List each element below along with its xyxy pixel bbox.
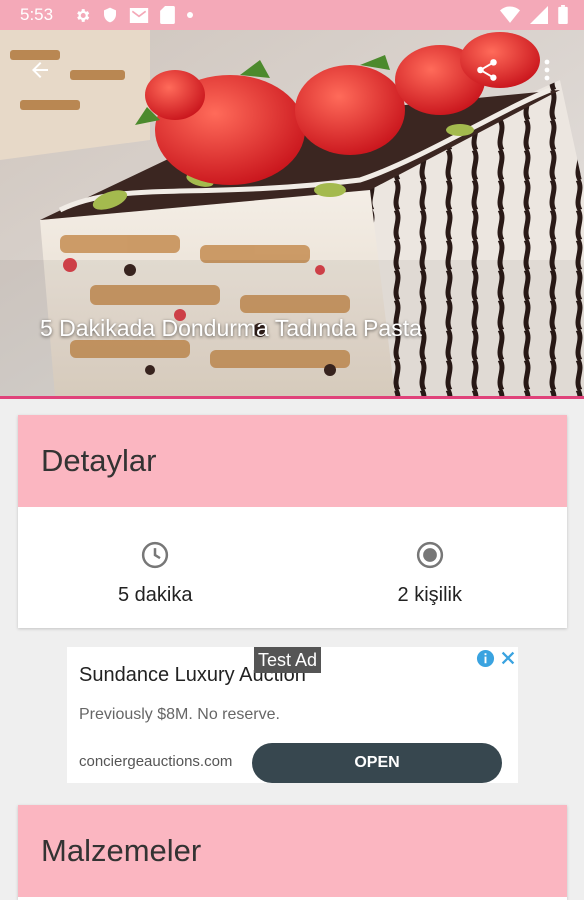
recipe-hero: 5 Dakikada Dondurma Tadında Pasta [0,30,584,396]
details-card: Detaylar 5 dakika 2 kişilik [18,415,567,628]
details-row: 5 dakika 2 kişilik [18,507,567,627]
ad-info-icon[interactable] [476,649,495,668]
more-options-button[interactable] [532,50,562,90]
recipe-title: 5 Dakikada Dondurma Tadında Pasta [40,315,422,341]
test-ad-badge: Test Ad [254,647,322,673]
status-bar: 5:53 [0,0,584,30]
servings: 2 kişilik [293,507,568,627]
shield-icon [104,7,116,23]
more-vert-icon [544,59,550,81]
system-icons [500,5,568,24]
details-header: Detaylar [18,415,567,507]
ad-domain: conciergeauctions.com [79,753,233,770]
mail-icon [129,7,149,23]
back-button[interactable] [20,50,60,90]
battery-icon [558,5,568,24]
notification-icons [74,6,194,24]
arrow-left-icon [32,62,48,78]
radio-button-icon [416,541,443,569]
share-icon [477,59,497,81]
ad-open-button[interactable]: OPEN [252,743,502,783]
gear-icon [77,8,90,22]
prep-time-value: 5 dakika [118,584,193,606]
prep-time: 5 dakika [18,507,293,627]
servings-value: 2 kişilik [397,584,462,606]
hero-divider [0,396,584,399]
ingredients-title: Malzemeler [41,833,202,868]
clock-icon [142,541,169,569]
share-button[interactable] [467,50,507,90]
details-title: Detaylar [41,443,157,478]
ad-description: Previously $8M. No reserve. [79,706,280,723]
ad-banner[interactable]: Test Ad Sundance Luxury Auction Previous… [67,647,518,783]
ingredients-card: Malzemeler [18,805,567,900]
ad-close-icon[interactable] [499,649,517,667]
wifi-icon [500,6,520,23]
sd-card-icon [160,6,175,24]
signal-icon [530,5,548,24]
status-time: 5:53 [20,5,54,24]
dot-icon [187,12,193,18]
ingredients-header: Malzemeler [18,805,567,897]
